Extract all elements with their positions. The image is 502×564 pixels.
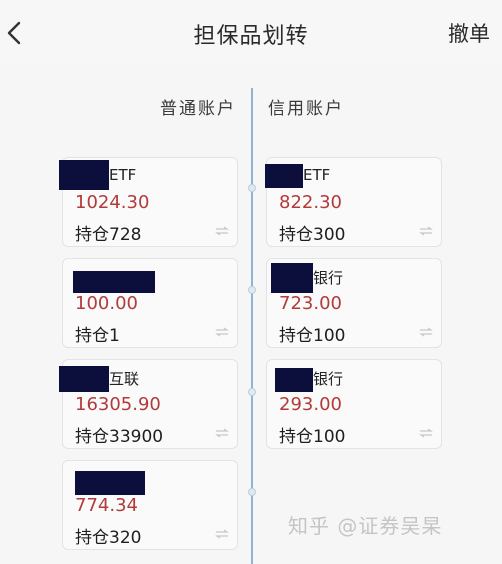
transfer-icon[interactable] (215, 428, 229, 438)
redacted-name-mask (265, 164, 303, 188)
redacted-name-mask (59, 366, 109, 392)
security-name: 银行 (313, 370, 344, 388)
security-price: 16305.90 (75, 394, 161, 415)
security-name: 互联 (109, 370, 140, 388)
security-holding: 持仓320 (75, 528, 142, 548)
transfer-icon[interactable] (419, 226, 433, 236)
redacted-name-mask (59, 160, 109, 190)
transfer-icon[interactable] (215, 327, 229, 337)
security-holding: 持仓728 (75, 225, 142, 245)
transfer-icon[interactable] (215, 529, 229, 539)
security-price: 822.30 (279, 192, 342, 213)
divider-dot (248, 286, 256, 294)
page-title: 担保品划转 (193, 24, 309, 49)
security-price: 723.00 (279, 293, 342, 314)
transfer-icon[interactable] (215, 226, 229, 236)
redacted-name-mask (271, 263, 313, 293)
ordinary-holding-card[interactable]: 774.34 持仓320 (62, 460, 238, 550)
security-holding: 持仓1 (75, 326, 120, 346)
redacted-name-mask (275, 368, 313, 392)
security-price: 774.34 (75, 495, 138, 516)
security-name: ETF (109, 166, 137, 184)
credit-holding-card[interactable]: 银行 293.00 持仓100 (266, 359, 442, 449)
divider-dot (248, 388, 256, 396)
security-holding: 持仓300 (279, 225, 346, 245)
transfer-icon[interactable] (419, 428, 433, 438)
security-holding: 持仓100 (279, 326, 346, 346)
security-price: 1024.30 (75, 192, 150, 213)
redacted-name-mask (73, 271, 155, 293)
ordinary-holding-card[interactable]: 互联 16305.90 持仓33900 (59, 359, 238, 449)
transfer-icon[interactable] (419, 327, 433, 337)
security-name: 银行 (313, 269, 344, 287)
header-bar: 担保品划转 撤单 (0, 0, 502, 64)
ordinary-account-heading: 普通账户 (160, 99, 236, 119)
security-holding: 持仓100 (279, 427, 346, 447)
revoke-button[interactable]: 撤单 (448, 18, 490, 48)
ordinary-holding-card[interactable]: ETF 1024.30 持仓728 (59, 157, 238, 247)
divider-dot (248, 488, 256, 496)
watermark: 知乎 @证券吴杲 (288, 514, 443, 538)
security-price: 100.00 (75, 293, 138, 314)
security-name: ETF (303, 166, 331, 184)
ordinary-holding-card[interactable]: 100.00 持仓1 (62, 258, 238, 348)
credit-holding-card[interactable]: ETF 822.30 持仓300 (265, 157, 442, 247)
security-holding: 持仓33900 (75, 427, 164, 447)
credit-holding-card[interactable]: 银行 723.00 持仓100 (266, 258, 442, 348)
security-price: 293.00 (279, 394, 342, 415)
credit-account-heading: 信用账户 (268, 99, 344, 119)
divider-dot (248, 184, 256, 192)
redacted-name-mask (75, 471, 145, 495)
